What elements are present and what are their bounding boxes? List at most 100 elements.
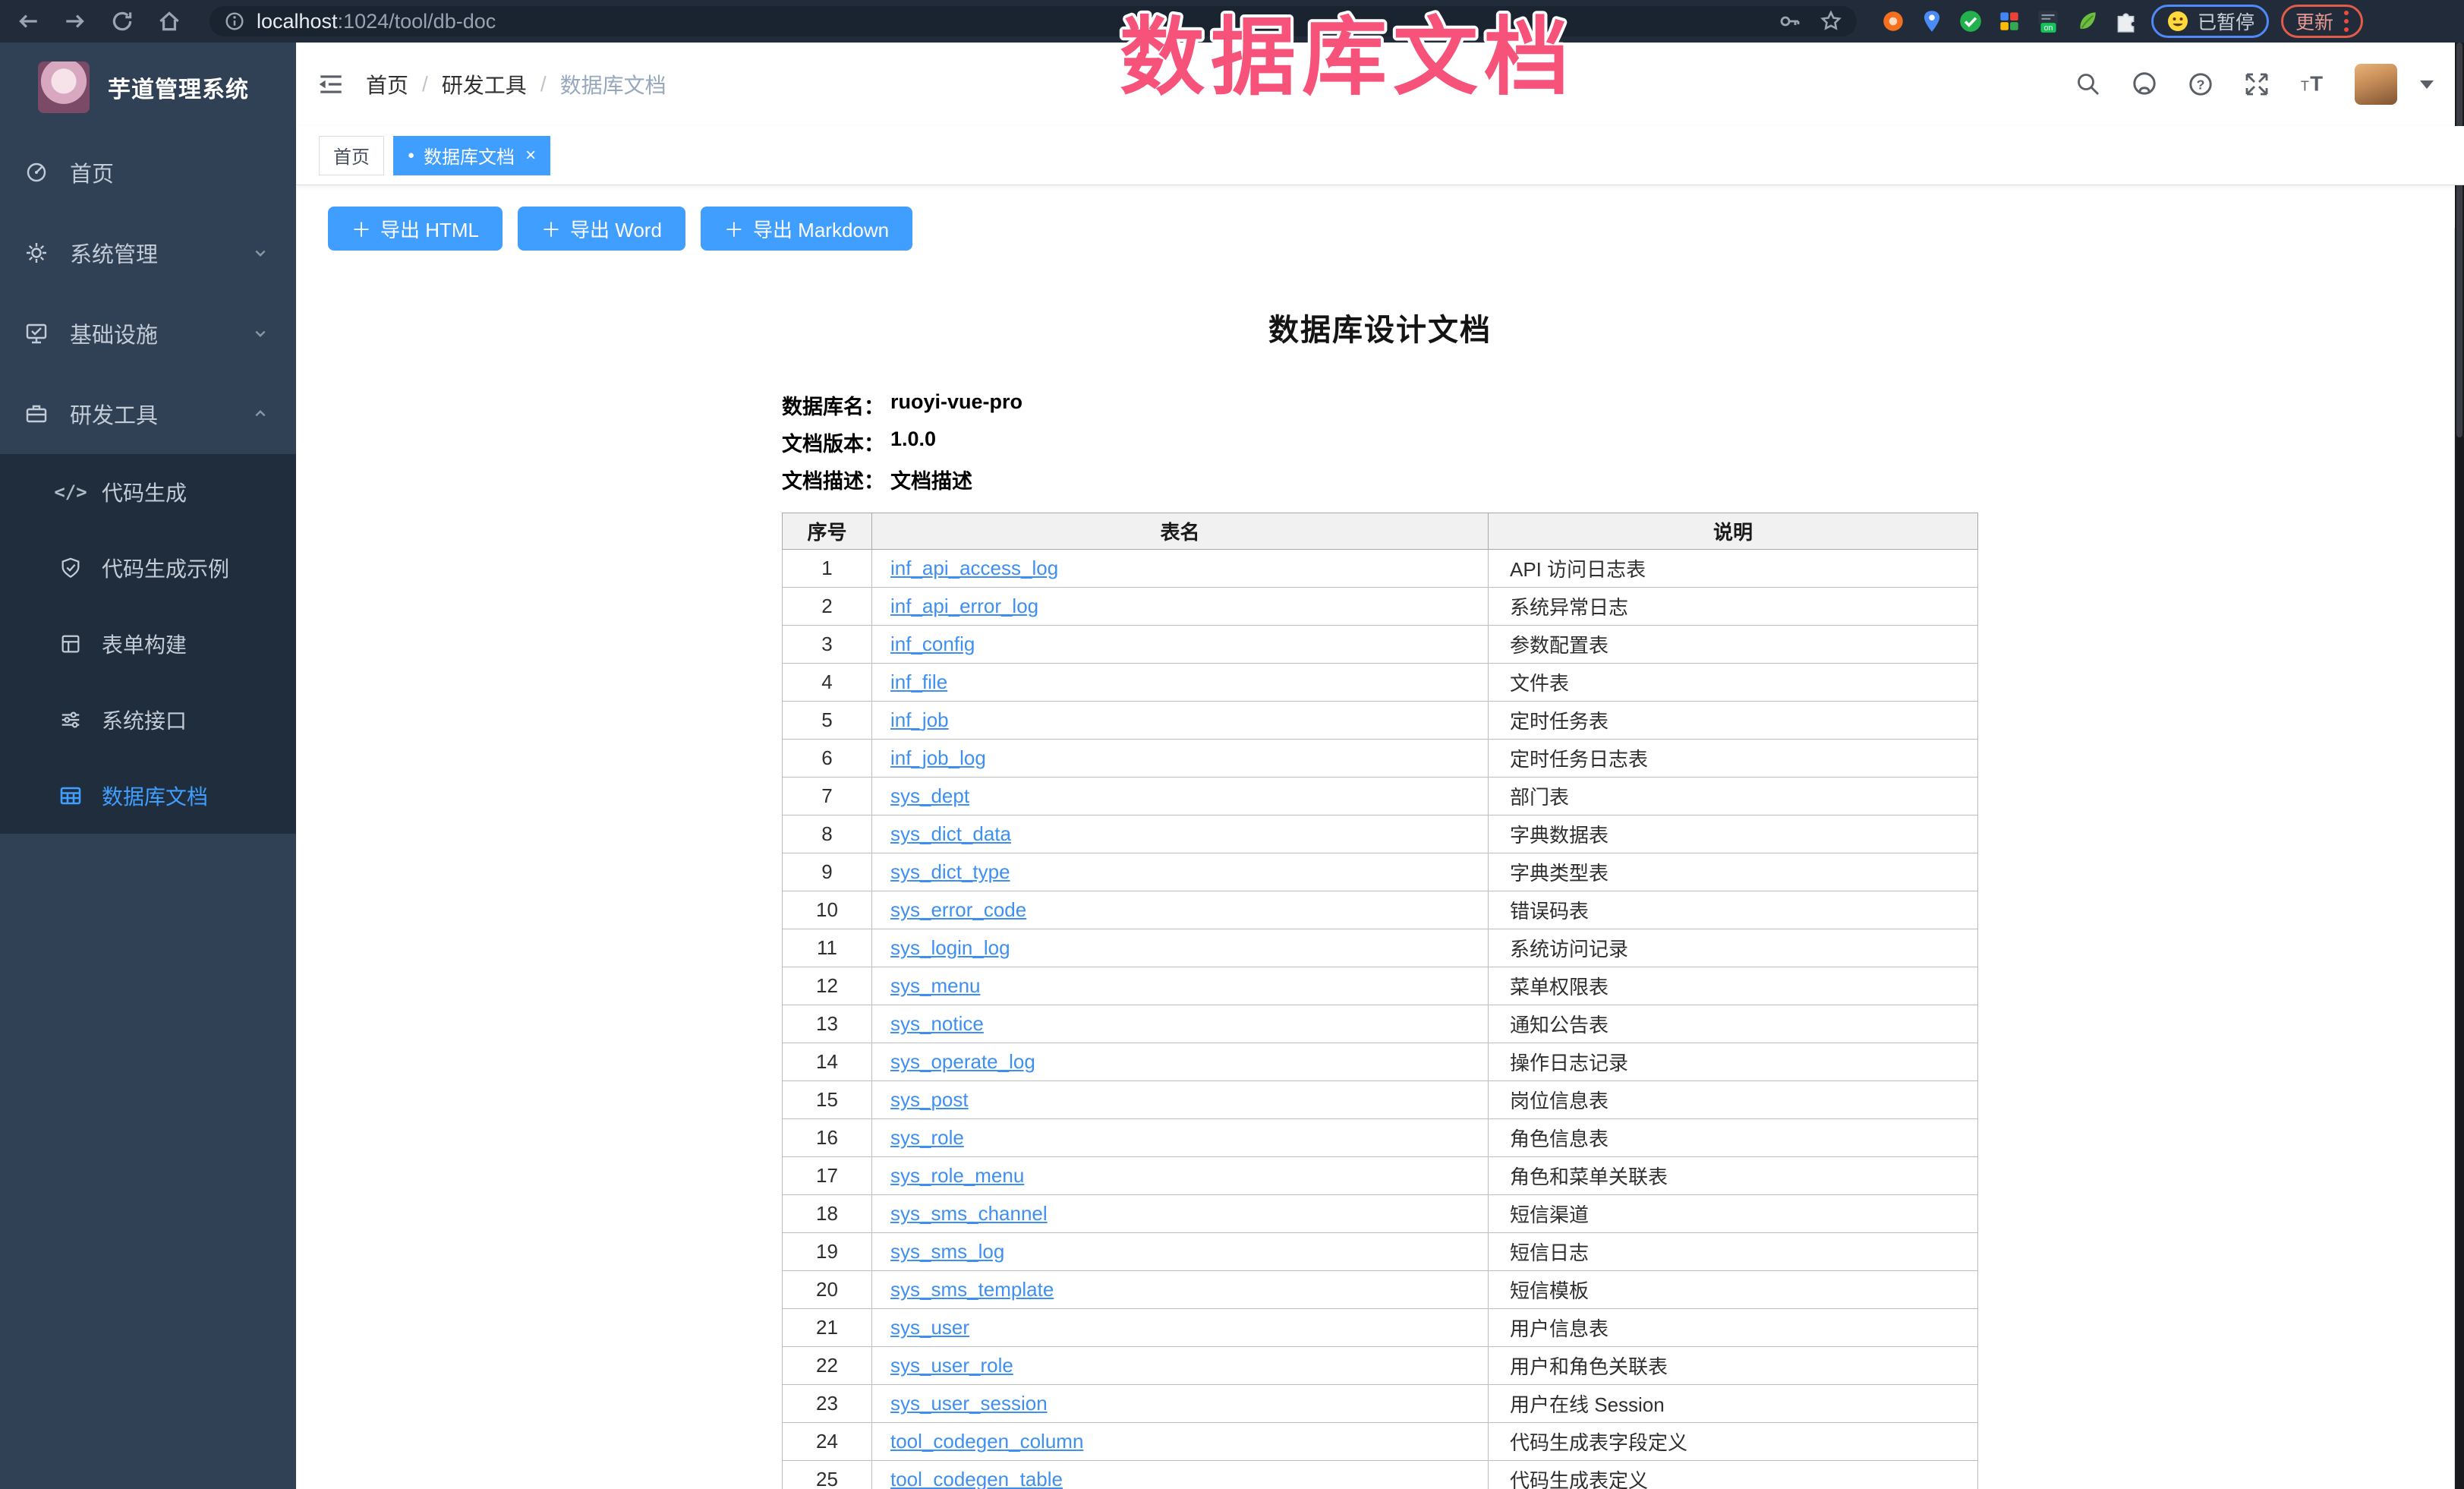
table-name-link[interactable]: sys_role_menu — [890, 1164, 1024, 1187]
table-name-link[interactable]: inf_job — [890, 708, 949, 731]
sidebar-item-system[interactable]: 系统管理 — [0, 213, 296, 293]
table-row: 11sys_login_log系统访问记录 — [783, 929, 1978, 967]
row-description: 用户在线 Session — [1489, 1385, 1978, 1423]
url-path: :1024/tool/db-doc — [338, 10, 496, 33]
table-name-link[interactable]: inf_config — [890, 633, 975, 655]
password-key-icon[interactable] — [1778, 9, 1802, 33]
table-name-link[interactable]: inf_job_log — [890, 746, 986, 769]
window-scrollbar[interactable] — [2455, 43, 2464, 1489]
table-row: 17sys_role_menu角色和菜单关联表 — [783, 1157, 1978, 1195]
table-name-link[interactable]: sys_dict_type — [890, 860, 1010, 883]
extension-puzzle-icon[interactable] — [2112, 8, 2139, 35]
bookmark-star-icon[interactable] — [1819, 9, 1843, 33]
font-size-icon[interactable]: TT — [2299, 70, 2327, 99]
avatar-caret-down-icon[interactable] — [2420, 80, 2434, 89]
browser-forward-icon[interactable] — [59, 5, 91, 37]
sidebar-item-code-generation[interactable]: </> 代码生成 — [0, 454, 296, 530]
sidebar-item-database-doc[interactable]: 数据库文档 — [0, 758, 296, 834]
row-index: 6 — [783, 740, 872, 778]
sidebar-item-infrastructure[interactable]: 基础设施 — [0, 293, 296, 374]
row-table-name-cell: sys_user_session — [872, 1385, 1489, 1423]
github-icon[interactable] — [2130, 70, 2159, 99]
row-index: 10 — [783, 891, 872, 929]
table-name-link[interactable]: sys_operate_log — [890, 1050, 1035, 1073]
extension-leaf-icon[interactable] — [2073, 8, 2100, 35]
address-bar[interactable]: localhost:1024/tool/db-doc — [210, 6, 1857, 36]
table-row: 6inf_job_log定时任务日志表 — [783, 740, 1978, 778]
export-word-button[interactable]: ＋ 导出 Word — [518, 207, 685, 251]
search-icon[interactable] — [2074, 70, 2103, 99]
table-name-link[interactable]: sys_role — [890, 1126, 964, 1149]
scrollbar-thumb[interactable] — [2456, 43, 2462, 437]
sidebar-item-dev-tools[interactable]: 研发工具 — [0, 374, 296, 454]
sidebar-item-system-api[interactable]: 系统接口 — [0, 682, 296, 758]
browser-home-icon[interactable] — [153, 5, 185, 37]
extension-paused-badge[interactable]: 已暂停 — [2151, 5, 2269, 38]
table-name-link[interactable]: sys_user_session — [890, 1392, 1048, 1415]
extension-orange-icon[interactable] — [1880, 8, 1907, 35]
table-name-link[interactable]: inf_file — [890, 670, 947, 693]
column-header-index: 序号 — [783, 513, 872, 550]
table-row: 21sys_user用户信息表 — [783, 1309, 1978, 1347]
extensions-row: on — [1880, 8, 2139, 35]
table-name-link[interactable]: tool_codegen_column — [890, 1430, 1083, 1453]
table-row: 7sys_dept部门表 — [783, 778, 1978, 815]
row-index: 3 — [783, 626, 872, 664]
table-name-link[interactable]: sys_error_code — [890, 898, 1026, 921]
browser-reload-icon[interactable] — [106, 5, 138, 37]
table-name-link[interactable]: sys_sms_channel — [890, 1202, 1048, 1225]
fullscreen-icon[interactable] — [2242, 70, 2271, 99]
table-name-link[interactable]: sys_sms_template — [890, 1278, 1054, 1301]
extension-grid-icon[interactable] — [1996, 8, 2023, 35]
shield-check-icon — [58, 555, 83, 581]
table-name-link[interactable]: sys_dict_data — [890, 822, 1011, 845]
sidebar-item-label: 表单构建 — [102, 629, 187, 659]
row-table-name-cell: sys_role — [872, 1119, 1489, 1157]
export-markdown-button[interactable]: ＋ 导出 Markdown — [701, 207, 912, 251]
row-index: 25 — [783, 1461, 872, 1489]
export-html-button[interactable]: ＋ 导出 HTML — [328, 207, 503, 251]
row-index: 7 — [783, 778, 872, 815]
tags-view-bar: 首页 ● 数据库文档 × — [296, 126, 2464, 185]
close-tab-icon[interactable]: × — [525, 147, 536, 165]
browser-update-button[interactable]: 更新 — [2281, 5, 2363, 38]
sidebar-collapse-icon[interactable] — [314, 68, 348, 101]
doc-title: 数据库设计文档 — [782, 305, 1978, 349]
table-name-link[interactable]: sys_login_log — [890, 936, 1010, 959]
tab-database-doc[interactable]: ● 数据库文档 × — [393, 136, 550, 175]
table-name-link[interactable]: sys_user_role — [890, 1354, 1013, 1377]
table-name-link[interactable]: sys_post — [890, 1088, 969, 1111]
svg-text:T: T — [2301, 79, 2309, 94]
sidebar-item-home[interactable]: 首页 — [0, 132, 296, 213]
table-name-link[interactable]: sys_dept — [890, 784, 969, 807]
table-name-link[interactable]: sys_menu — [890, 974, 981, 997]
tab-label: 数据库文档 — [424, 142, 515, 169]
help-icon[interactable]: ? — [2186, 70, 2215, 99]
extension-switch-on-icon[interactable]: on — [2034, 8, 2062, 35]
row-table-name-cell: sys_role_menu — [872, 1157, 1489, 1195]
table-name-link[interactable]: sys_notice — [890, 1012, 984, 1035]
extension-check-icon[interactable] — [1957, 8, 1984, 35]
app-logo-row[interactable]: 芋道管理系统 — [0, 43, 296, 132]
extension-pin-icon[interactable] — [1918, 8, 1946, 35]
row-description: 用户和角色关联表 — [1489, 1347, 1978, 1385]
sidebar-item-form-builder[interactable]: 表单构建 — [0, 606, 296, 682]
sidebar-item-codegen-example[interactable]: 代码生成示例 — [0, 530, 296, 606]
row-description: 参数配置表 — [1489, 626, 1978, 664]
table-name-link[interactable]: sys_sms_log — [890, 1240, 1004, 1263]
browser-back-icon[interactable] — [12, 5, 44, 37]
table-name-link[interactable]: inf_api_access_log — [890, 557, 1058, 579]
row-description: API 访问日志表 — [1489, 550, 1978, 588]
avatar[interactable] — [2355, 64, 2397, 105]
breadcrumb-dev-tools[interactable]: 研发工具 — [442, 69, 527, 99]
table-name-link[interactable]: inf_api_error_log — [890, 595, 1038, 617]
browser-menu-dots-icon[interactable] — [2344, 11, 2349, 32]
table-name-link[interactable]: sys_user — [890, 1316, 969, 1339]
app-title: 芋道管理系统 — [108, 71, 249, 104]
breadcrumb-home[interactable]: 首页 — [366, 69, 408, 99]
row-index: 15 — [783, 1081, 872, 1119]
screen: localhost:1024/tool/db-doc — [0, 0, 2464, 1489]
site-info-icon[interactable] — [223, 10, 246, 33]
table-name-link[interactable]: tool_codegen_table — [890, 1468, 1063, 1489]
tab-home[interactable]: 首页 — [319, 136, 384, 175]
